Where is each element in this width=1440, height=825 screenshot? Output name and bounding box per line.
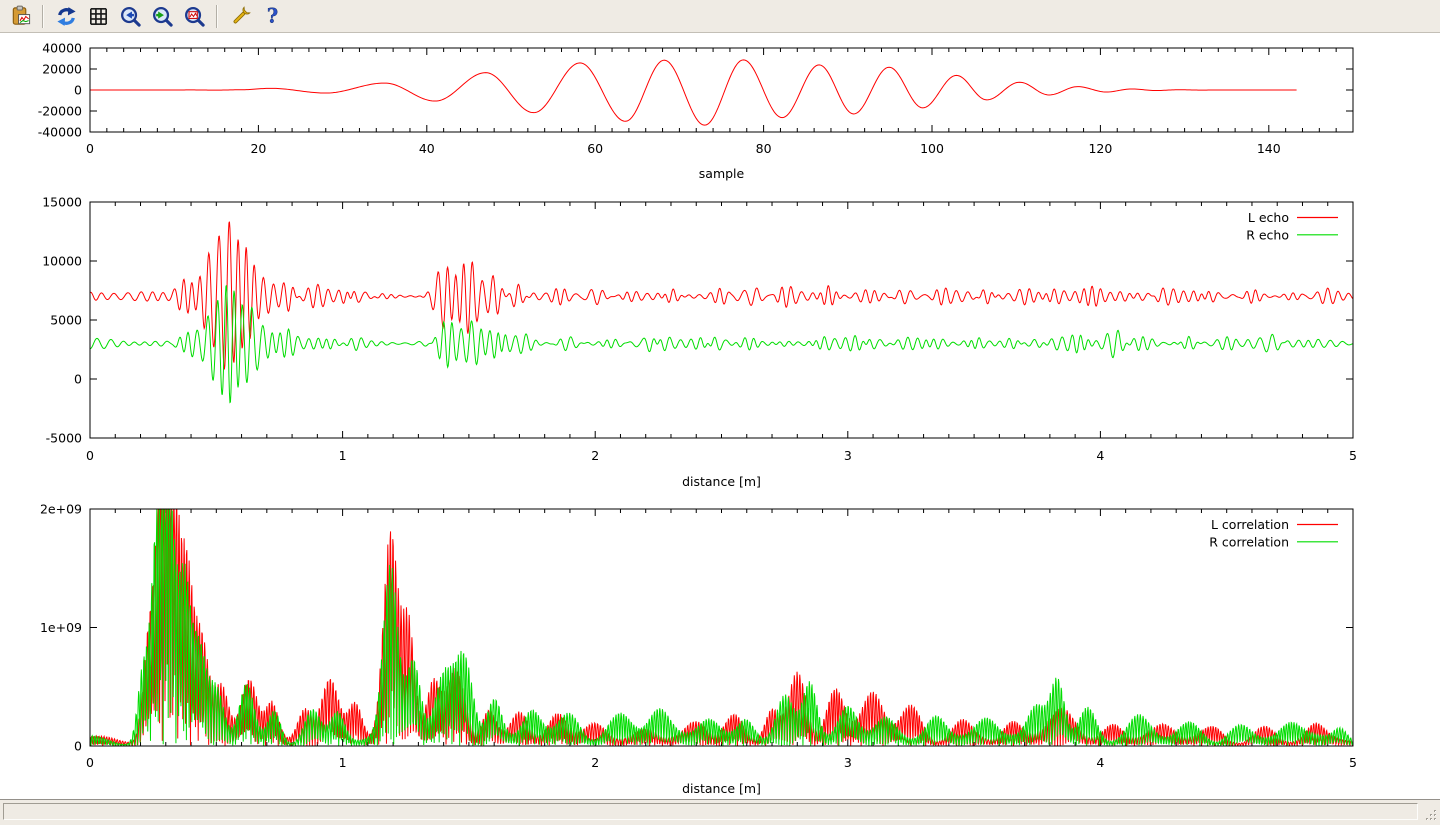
tick-label: 120 [1088, 141, 1112, 156]
tick-label: L echo [1248, 210, 1289, 225]
tick-label: 2 [591, 448, 599, 463]
tick-label: -5000 [46, 431, 82, 446]
axes-ticks [90, 202, 1353, 438]
tick-label: -40000 [38, 125, 82, 140]
gnuplot-window: ? 02040608010012014040000200000-20000-40… [0, 0, 1440, 825]
copy-plot-to-clipboard-button[interactable] [5, 2, 35, 30]
series-R-echo [90, 285, 1353, 402]
tick-label: 4 [1096, 755, 1104, 770]
tick-label: 10000 [42, 254, 82, 269]
plot-border [90, 202, 1353, 438]
zoom-next-icon [151, 5, 174, 28]
tick-label: 5 [1349, 755, 1357, 770]
grid-icon [87, 5, 110, 28]
tick-label: 0 [74, 83, 82, 98]
axes-ticks [90, 509, 1353, 746]
tick-label: distance [m] [682, 781, 761, 796]
tick-label: L correlation [1211, 517, 1289, 532]
status-message [3, 803, 1418, 820]
status-bar [0, 799, 1440, 825]
tick-label: R correlation [1209, 534, 1289, 549]
tick-label: 2 [591, 755, 599, 770]
zoom-previous-button[interactable] [115, 2, 145, 30]
toolbar-separator [42, 5, 44, 28]
svg-text:?: ? [266, 5, 277, 28]
tick-label: 0 [74, 372, 82, 387]
tick-label: 3 [844, 755, 852, 770]
refresh-icon [55, 5, 78, 28]
help-button[interactable]: ? [257, 2, 287, 30]
plot-area[interactable]: 02040608010012014040000200000-20000-4000… [0, 33, 1440, 799]
tick-label: 15000 [42, 195, 82, 210]
tick-label: sample [699, 166, 745, 181]
tick-label: 1 [339, 755, 347, 770]
apply-autoscale-button[interactable] [179, 2, 209, 30]
replot-button[interactable] [51, 2, 81, 30]
tick-label: 0 [74, 739, 82, 754]
tick-label: 140 [1257, 141, 1281, 156]
tick-label: 40000 [42, 41, 82, 56]
configure-button[interactable] [225, 2, 255, 30]
tick-label: 80 [756, 141, 772, 156]
plot-2: 0 1 2 3 4 5 15000 10000 5000 0 -5000 distance [m] L … [42, 195, 1357, 490]
toggle-grid-button[interactable] [83, 2, 113, 30]
tick-label: 2e+09 [40, 502, 82, 517]
tick-label: 60 [587, 141, 603, 156]
plot-3: 0 1 2 3 4 5 2e+09 1e+09 0 distance [m] L correlati… [40, 502, 1357, 797]
zoom-next-button[interactable] [147, 2, 177, 30]
zoom-reset-icon [183, 5, 206, 28]
series-R-correlation [90, 509, 1353, 746]
plots-svg[interactable]: 02040608010012014040000200000-20000-4000… [0, 33, 1440, 799]
tick-label: 100 [920, 141, 944, 156]
tick-label: 4 [1096, 448, 1104, 463]
clipboard-chart-icon [9, 5, 32, 28]
tick-label: 20000 [42, 62, 82, 77]
tick-label: 40 [419, 141, 435, 156]
resize-grip[interactable] [1424, 808, 1438, 822]
tick-label: 20 [250, 141, 266, 156]
tick-label: 1e+09 [40, 620, 82, 635]
tick-label: 0 [86, 448, 94, 463]
plot-border [90, 509, 1353, 746]
tick-label: -20000 [38, 104, 82, 119]
toolbar-separator [216, 5, 218, 28]
tick-label: 5 [1349, 448, 1357, 463]
tick-label: 5000 [50, 313, 82, 328]
tick-label: distance [m] [682, 474, 761, 489]
tick-label: R echo [1246, 227, 1289, 242]
series-L-correlation [90, 509, 1353, 746]
zoom-previous-icon [119, 5, 142, 28]
help-icon: ? [261, 5, 284, 28]
tick-label: 1 [339, 448, 347, 463]
tick-label: 0 [86, 755, 94, 770]
tick-label: 0 [86, 141, 94, 156]
tick-label: 3 [844, 448, 852, 463]
toolbar: ? [0, 0, 1440, 33]
series-pulse [90, 60, 1297, 125]
wrench-icon [229, 5, 252, 28]
plot-1: 0 20 40 60 80 100 120 140 40000 20000 0 -20000 -4000… [38, 41, 1353, 182]
